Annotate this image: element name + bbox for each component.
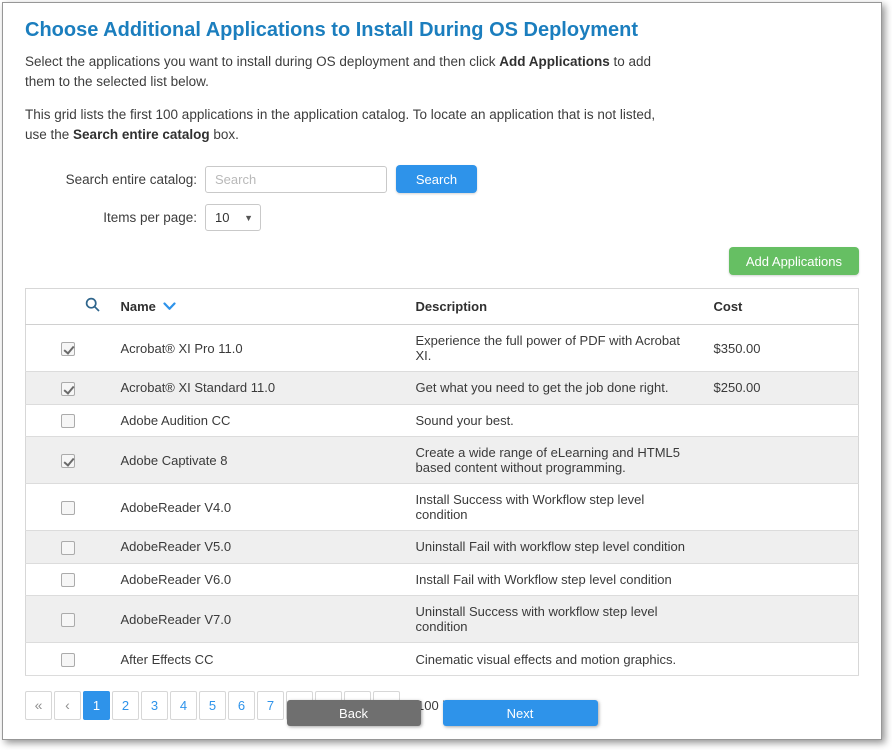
app-cost: $350.00 bbox=[704, 325, 859, 372]
search-form: Search entire catalog: Search Items per … bbox=[25, 165, 859, 231]
intro-paragraph-1: Select the applications you want to inst… bbox=[25, 52, 680, 92]
intro-1-bold: Add Applications bbox=[499, 54, 610, 69]
app-description: Create a wide range of eLearning and HTM… bbox=[406, 437, 704, 484]
row-checkbox[interactable] bbox=[61, 414, 75, 428]
search-icon[interactable] bbox=[85, 301, 101, 316]
table-row[interactable]: Adobe Captivate 8 Create a wide range of… bbox=[26, 437, 859, 484]
checkbox-cell bbox=[26, 325, 111, 372]
row-checkbox[interactable] bbox=[61, 541, 75, 555]
app-name: Acrobat® XI Standard 11.0 bbox=[111, 372, 406, 405]
search-row: Search entire catalog: Search bbox=[25, 165, 859, 193]
app-name: Adobe Audition CC bbox=[111, 404, 406, 437]
app-description: Experience the full power of PDF with Ac… bbox=[406, 325, 704, 372]
items-per-page-select[interactable]: 10 ▼ bbox=[205, 204, 261, 231]
checkbox-cell bbox=[26, 437, 111, 484]
table-row[interactable]: After Effects CC Cinematic visual effect… bbox=[26, 643, 859, 676]
app-cost bbox=[704, 404, 859, 437]
app-description: Sound your best. bbox=[406, 404, 704, 437]
app-name: Adobe Captivate 8 bbox=[111, 437, 406, 484]
checkbox-cell bbox=[26, 563, 111, 596]
checkbox-cell bbox=[26, 643, 111, 676]
column-header-description[interactable]: Description bbox=[406, 289, 704, 325]
sort-desc-icon bbox=[163, 302, 176, 311]
checkbox-cell bbox=[26, 484, 111, 531]
add-applications-row: Add Applications bbox=[25, 247, 859, 275]
row-checkbox[interactable] bbox=[61, 501, 75, 515]
checkbox-cell bbox=[26, 372, 111, 405]
app-description: Install Fail with Workflow step level co… bbox=[406, 563, 704, 596]
checkbox-cell bbox=[26, 531, 111, 564]
items-per-page-row: Items per page: 10 ▼ bbox=[25, 204, 859, 231]
app-name: AdobeReader V5.0 bbox=[111, 531, 406, 564]
back-button[interactable]: Back bbox=[287, 700, 421, 726]
intro-1-text: Select the applications you want to inst… bbox=[25, 54, 499, 69]
table-row[interactable]: AdobeReader V7.0 Uninstall Success with … bbox=[26, 596, 859, 643]
table-row[interactable]: AdobeReader V6.0 Install Fail with Workf… bbox=[26, 563, 859, 596]
table-row[interactable]: AdobeReader V5.0 Uninstall Fail with wor… bbox=[26, 531, 859, 564]
app-cost bbox=[704, 437, 859, 484]
row-checkbox[interactable] bbox=[61, 613, 75, 627]
items-per-page-label: Items per page: bbox=[25, 210, 197, 225]
app-name: Acrobat® XI Pro 11.0 bbox=[111, 325, 406, 372]
intro-2-text-post: box. bbox=[210, 127, 239, 142]
intro-paragraph-2: This grid lists the first 100 applicatio… bbox=[25, 105, 680, 145]
intro-2-bold: Search entire catalog bbox=[73, 127, 210, 142]
checkbox-cell bbox=[26, 596, 111, 643]
app-description: Uninstall Fail with workflow step level … bbox=[406, 531, 704, 564]
app-description: Uninstall Success with workflow step lev… bbox=[406, 596, 704, 643]
column-header-cost[interactable]: Cost bbox=[704, 289, 859, 325]
filter-header-cell bbox=[26, 289, 111, 325]
row-checkbox[interactable] bbox=[61, 653, 75, 667]
row-checkbox[interactable] bbox=[61, 573, 75, 587]
add-applications-button[interactable]: Add Applications bbox=[729, 247, 859, 275]
app-cost bbox=[704, 643, 859, 676]
search-button[interactable]: Search bbox=[396, 165, 477, 193]
search-input[interactable] bbox=[205, 166, 387, 193]
app-cost bbox=[704, 531, 859, 564]
items-per-page-value: 10 bbox=[215, 210, 229, 225]
table-header-row: Name Description Cost bbox=[26, 289, 859, 325]
checkbox-cell bbox=[26, 404, 111, 437]
row-checkbox[interactable] bbox=[61, 342, 75, 356]
table-body: Acrobat® XI Pro 11.0 Experience the full… bbox=[26, 325, 859, 676]
column-header-name[interactable]: Name bbox=[111, 289, 406, 325]
table-row[interactable]: AdobeReader V4.0 Install Success with Wo… bbox=[26, 484, 859, 531]
next-button[interactable]: Next bbox=[443, 700, 598, 726]
app-cost bbox=[704, 484, 859, 531]
app-description: Install Success with Workflow step level… bbox=[406, 484, 704, 531]
footer-buttons: Back Next bbox=[3, 700, 881, 726]
table-row[interactable]: Acrobat® XI Pro 11.0 Experience the full… bbox=[26, 325, 859, 372]
table-row[interactable]: Acrobat® XI Standard 11.0 Get what you n… bbox=[26, 372, 859, 405]
row-checkbox[interactable] bbox=[61, 454, 75, 468]
row-checkbox[interactable] bbox=[61, 382, 75, 396]
app-name: AdobeReader V7.0 bbox=[111, 596, 406, 643]
app-description: Cinematic visual effects and motion grap… bbox=[406, 643, 704, 676]
app-cost bbox=[704, 596, 859, 643]
app-cost bbox=[704, 563, 859, 596]
app-name: AdobeReader V4.0 bbox=[111, 484, 406, 531]
table-row[interactable]: Adobe Audition CC Sound your best. bbox=[26, 404, 859, 437]
applications-table: Name Description Cost Acrobat® XI Pro 11… bbox=[25, 288, 859, 676]
app-name: AdobeReader V6.0 bbox=[111, 563, 406, 596]
column-header-name-label: Name bbox=[121, 299, 156, 314]
app-cost: $250.00 bbox=[704, 372, 859, 405]
app-name: After Effects CC bbox=[111, 643, 406, 676]
app-description: Get what you need to get the job done ri… bbox=[406, 372, 704, 405]
page-title: Choose Additional Applications to Instal… bbox=[25, 19, 859, 42]
dialog-window: Choose Additional Applications to Instal… bbox=[2, 2, 882, 740]
search-catalog-label: Search entire catalog: bbox=[25, 172, 197, 187]
chevron-down-icon: ▼ bbox=[244, 213, 253, 223]
